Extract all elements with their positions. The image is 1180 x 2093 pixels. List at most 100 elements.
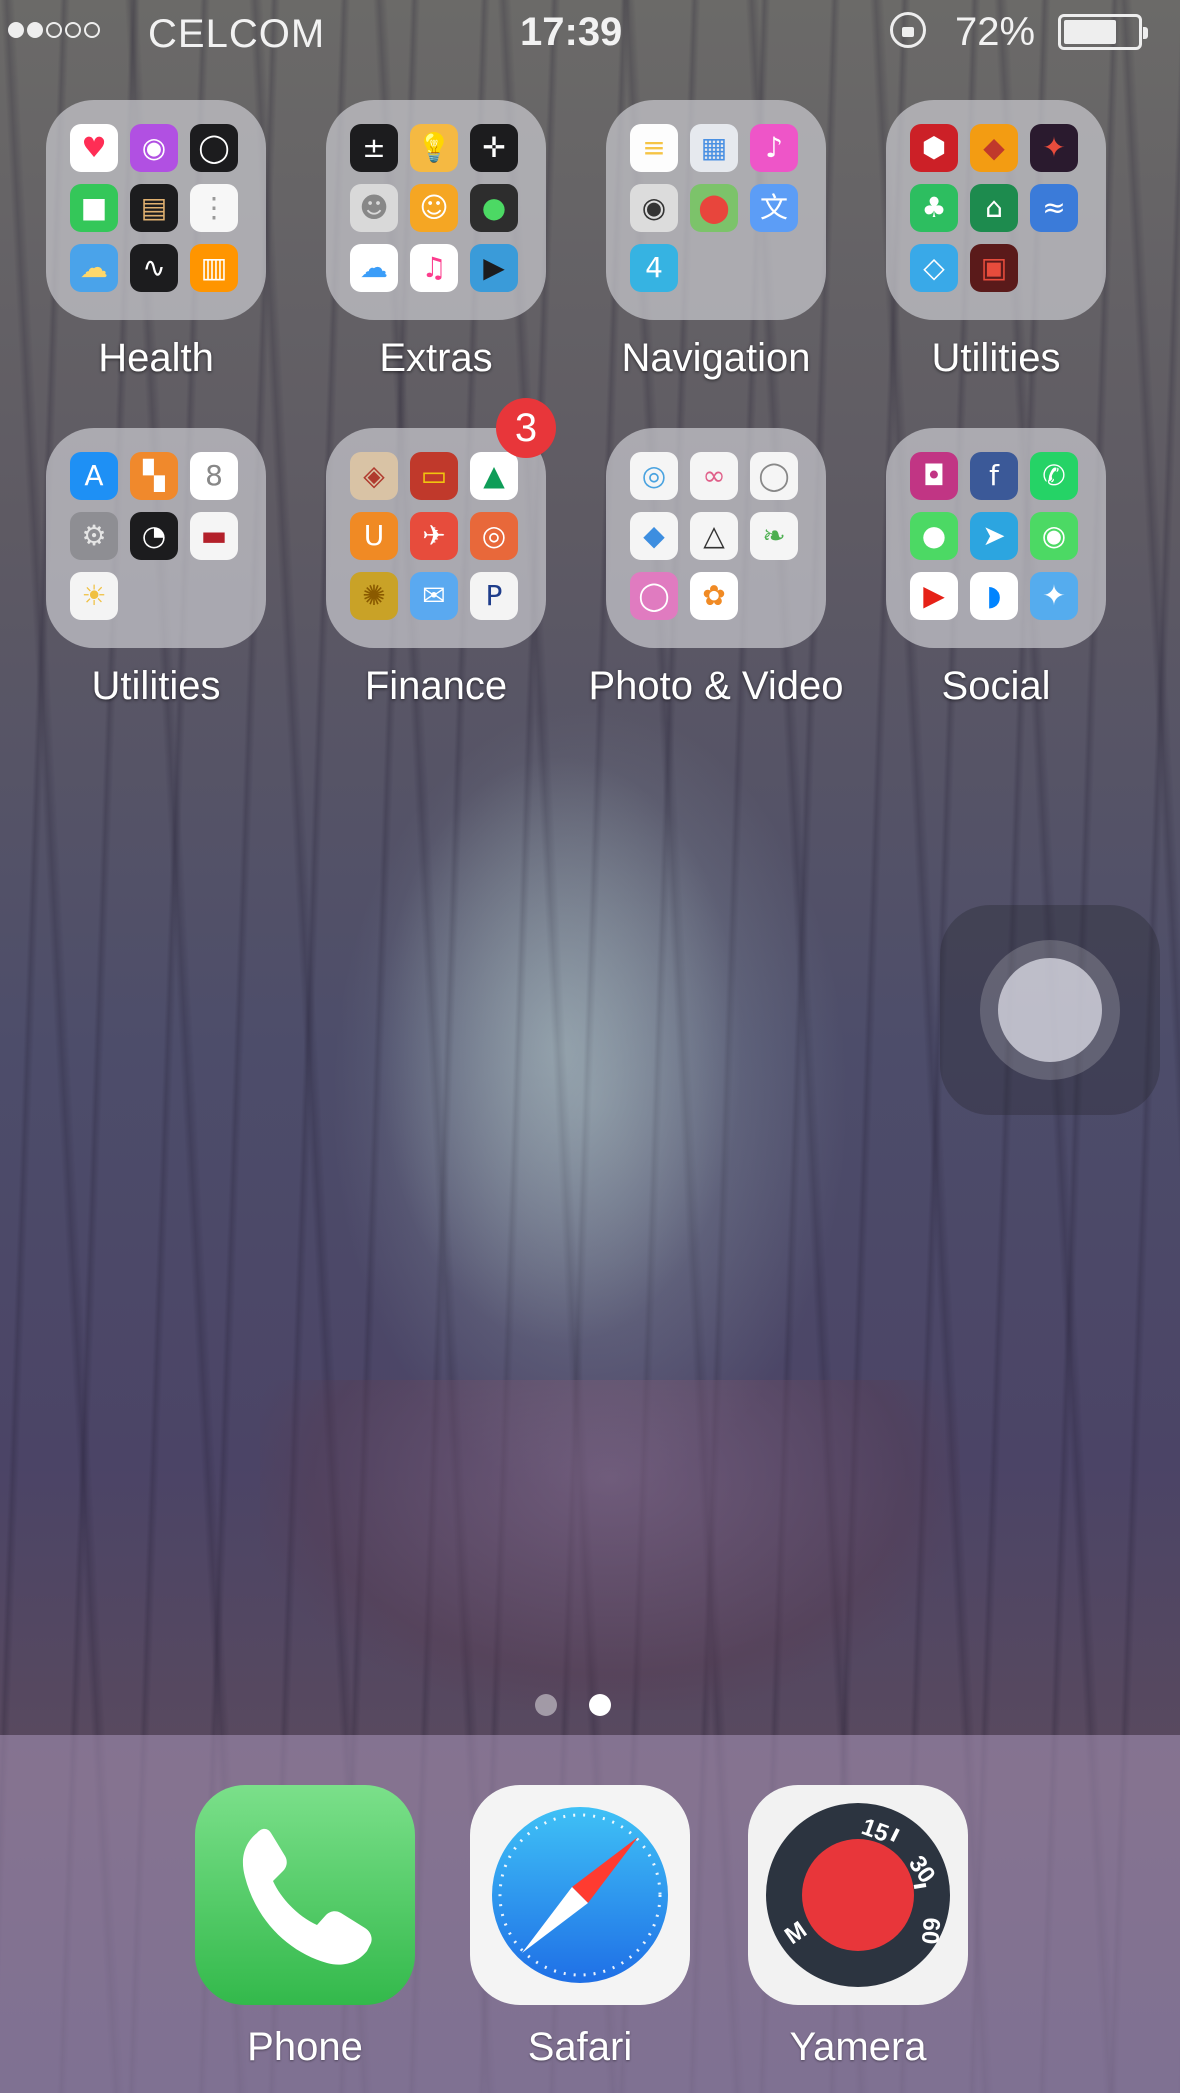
sun-app-glyph: ☀ xyxy=(81,579,107,612)
google-drive-icon: ▲ xyxy=(470,452,518,500)
ibooks-glyph: ▥ xyxy=(200,251,228,284)
marvel-icon: ▣ xyxy=(970,244,1018,292)
assistive-touch-button[interactable] xyxy=(940,905,1160,1115)
yamera-dial-60: 60 xyxy=(916,1916,945,1945)
weather-glyph: ☁ xyxy=(80,251,108,284)
ring-app-glyph: ◯ xyxy=(758,459,790,492)
folder-app-grid: ♥ ◉ ◯ ■ ▤ ⋮ ☁ ∿ ▥ xyxy=(70,124,242,296)
folder-box[interactable]: ⬢ ◆ ✦ ♣ ⌂ ≈ ◇ ▣ xyxy=(886,100,1106,320)
folder-utilities[interactable]: ⬢ ◆ ✦ ♣ ⌂ ≈ ◇ ▣ Utilities xyxy=(886,100,1106,380)
app-store-glyph: A xyxy=(84,459,104,492)
preview-icon: ▦ xyxy=(690,124,738,172)
folder-box[interactable]: ◎ ∞ ◯ ◆ △ ❧ ◯ ✿ xyxy=(606,428,826,648)
folder-app-grid: ± 💡 ✛ ☻ ☺ ● ☁ ♫ ▶ xyxy=(350,124,522,296)
itunes-store-glyph: ♫ xyxy=(421,251,447,284)
dock-label-yamera: Yamera xyxy=(789,2025,927,2069)
rotation-lock-icon xyxy=(890,12,926,48)
yamera-dial-icon[interactable]: 15 30 60 M xyxy=(748,1785,968,2005)
compass-icon: ✛ xyxy=(470,124,518,172)
folder-social[interactable]: ◘ f ✆ ● ➤ ◉ ▶ ◗ ✦ Social xyxy=(886,428,1106,708)
app-store-icon: A xyxy=(70,452,118,500)
folder-utilities-2[interactable]: A ▚ 8 ⚙ ◔ ▬ ☀ Utilities xyxy=(46,428,266,708)
lastpass-icon: ⬢ xyxy=(910,124,958,172)
swirl-app-glyph: ◎ xyxy=(641,459,667,492)
folder-box[interactable]: ◈ ▭ ▲ U ✈ ◎ ✺ ✉ P xyxy=(326,428,546,648)
office-glyph: ▚ xyxy=(143,459,165,492)
clock-glyph: ◔ xyxy=(141,519,167,552)
safari-compass-icon[interactable] xyxy=(470,1785,690,2005)
icloud-drive-icon: ☁ xyxy=(350,244,398,292)
card-app-icon: ▭ xyxy=(410,452,458,500)
dark-app-icon: ✦ xyxy=(1030,124,1078,172)
page-dot-1[interactable] xyxy=(535,1694,557,1716)
itunes-store-icon: ♫ xyxy=(410,244,458,292)
calendar-glyph: 8 xyxy=(205,459,223,492)
sun-app-icon: ☀ xyxy=(70,572,118,620)
leaf-app-icon: ❧ xyxy=(750,512,798,560)
find-iphone-icon: ● xyxy=(470,184,518,232)
diamond-app-icon: ◇ xyxy=(910,244,958,292)
dropbox-icon: ◆ xyxy=(630,512,678,560)
page-dot-2[interactable] xyxy=(589,1694,611,1716)
folder-finance[interactable]: ◈ ▭ ▲ U ✈ ◎ ✺ ✉ P Finance 3 xyxy=(326,398,556,708)
whatsapp-icon: ✆ xyxy=(1030,452,1078,500)
notes-icon: ≡ xyxy=(630,124,678,172)
dock-app-yamera[interactable]: 15 30 60 M Yamera xyxy=(748,1785,968,2070)
camera-glyph: ◉ xyxy=(641,191,667,224)
twitter-icon: ✦ xyxy=(1030,572,1078,620)
twitter-glyph: ✦ xyxy=(1042,579,1066,612)
videos-icon: ▶ xyxy=(470,244,518,292)
facetime-glyph: ■ xyxy=(80,191,108,224)
wave-icon: ≈ xyxy=(1030,184,1078,232)
foursquare-glyph: 4 xyxy=(645,251,663,284)
wallet-icon: ▤ xyxy=(130,184,178,232)
mail-app-icon: ✉ xyxy=(410,572,458,620)
settings-glyph: ⚙ xyxy=(81,519,107,552)
messenger-glyph: ◗ xyxy=(986,579,1002,612)
folder-label: Extras xyxy=(379,336,493,380)
dock-label-phone: Phone xyxy=(247,2025,363,2069)
contacts-glyph: ☻ xyxy=(359,191,389,224)
foursquare-icon: 4 xyxy=(630,244,678,292)
photos-glyph: ✿ xyxy=(702,579,726,612)
telegram-icon: ➤ xyxy=(970,512,1018,560)
folder-extras[interactable]: ± 💡 ✛ ☻ ☺ ● ☁ ♫ ▶ Extras xyxy=(326,100,546,380)
folder-box[interactable]: ≡ ▦ ♪ ◉ ⬤ 文 4 xyxy=(606,100,826,320)
contacts-icon: ☻ xyxy=(350,184,398,232)
itunes-icon: ♪ xyxy=(750,124,798,172)
dock-app-safari[interactable]: Safari xyxy=(470,1785,690,2070)
notification-badge: 3 xyxy=(496,398,556,458)
signal-strength-icon xyxy=(8,22,100,38)
dock-app-phone[interactable]: Phone xyxy=(195,1785,415,2070)
watch-icon: ◯ xyxy=(190,124,238,172)
page-indicator[interactable] xyxy=(535,1694,611,1716)
google-drive-glyph: ▲ xyxy=(483,459,505,492)
folder-health[interactable]: ♥ ◉ ◯ ■ ▤ ⋮ ☁ ∿ ▥ Health xyxy=(46,100,266,380)
wechat-icon: ◉ xyxy=(1030,512,1078,560)
infinity-app-icon: ∞ xyxy=(690,452,738,500)
gold-app-glyph: ✺ xyxy=(362,579,386,612)
status-bar: CELCOM 17:39 72% xyxy=(0,0,1180,70)
folder-label: Photo & Video xyxy=(588,664,844,708)
boost-glyph: ✈ xyxy=(422,519,446,552)
folder-box[interactable]: ◘ f ✆ ● ➤ ◉ ▶ ◗ ✦ xyxy=(886,428,1106,648)
find-friends-glyph: ☺ xyxy=(419,191,449,224)
translate-icon: 文 xyxy=(750,184,798,232)
folder-navigation[interactable]: ≡ ▦ ♪ ◉ ⬤ 文 4 Navigation xyxy=(606,100,826,380)
lastpass-glyph: ⬢ xyxy=(921,131,947,164)
folder-app-grid: ≡ ▦ ♪ ◉ ⬤ 文 4 xyxy=(630,124,802,296)
videos-glyph: ▶ xyxy=(483,251,505,284)
diamond-app-glyph: ◇ xyxy=(923,251,945,284)
paypal-icon: P xyxy=(470,572,518,620)
reminders-glyph: ⋮ xyxy=(200,191,228,224)
itunes-glyph: ♪ xyxy=(765,131,783,164)
marvel-glyph: ▣ xyxy=(980,251,1008,284)
folder-box[interactable]: ± 💡 ✛ ☻ ☺ ● ☁ ♫ ▶ xyxy=(326,100,546,320)
folder-photo-video[interactable]: ◎ ∞ ◯ ◆ △ ❧ ◯ ✿ Photo & Video xyxy=(588,428,844,708)
folder-app-grid: ⬢ ◆ ✦ ♣ ⌂ ≈ ◇ ▣ xyxy=(910,124,1082,296)
folder-app-grid: ◎ ∞ ◯ ◆ △ ❧ ◯ ✿ xyxy=(630,452,802,624)
folder-box[interactable]: ♥ ◉ ◯ ■ ▤ ⋮ ☁ ∿ ▥ xyxy=(46,100,266,320)
phone-icon[interactable] xyxy=(195,1785,415,2005)
podcasts-glyph: ◉ xyxy=(141,131,167,164)
folder-box[interactable]: A ▚ 8 ⚙ ◔ ▬ ☀ xyxy=(46,428,266,648)
